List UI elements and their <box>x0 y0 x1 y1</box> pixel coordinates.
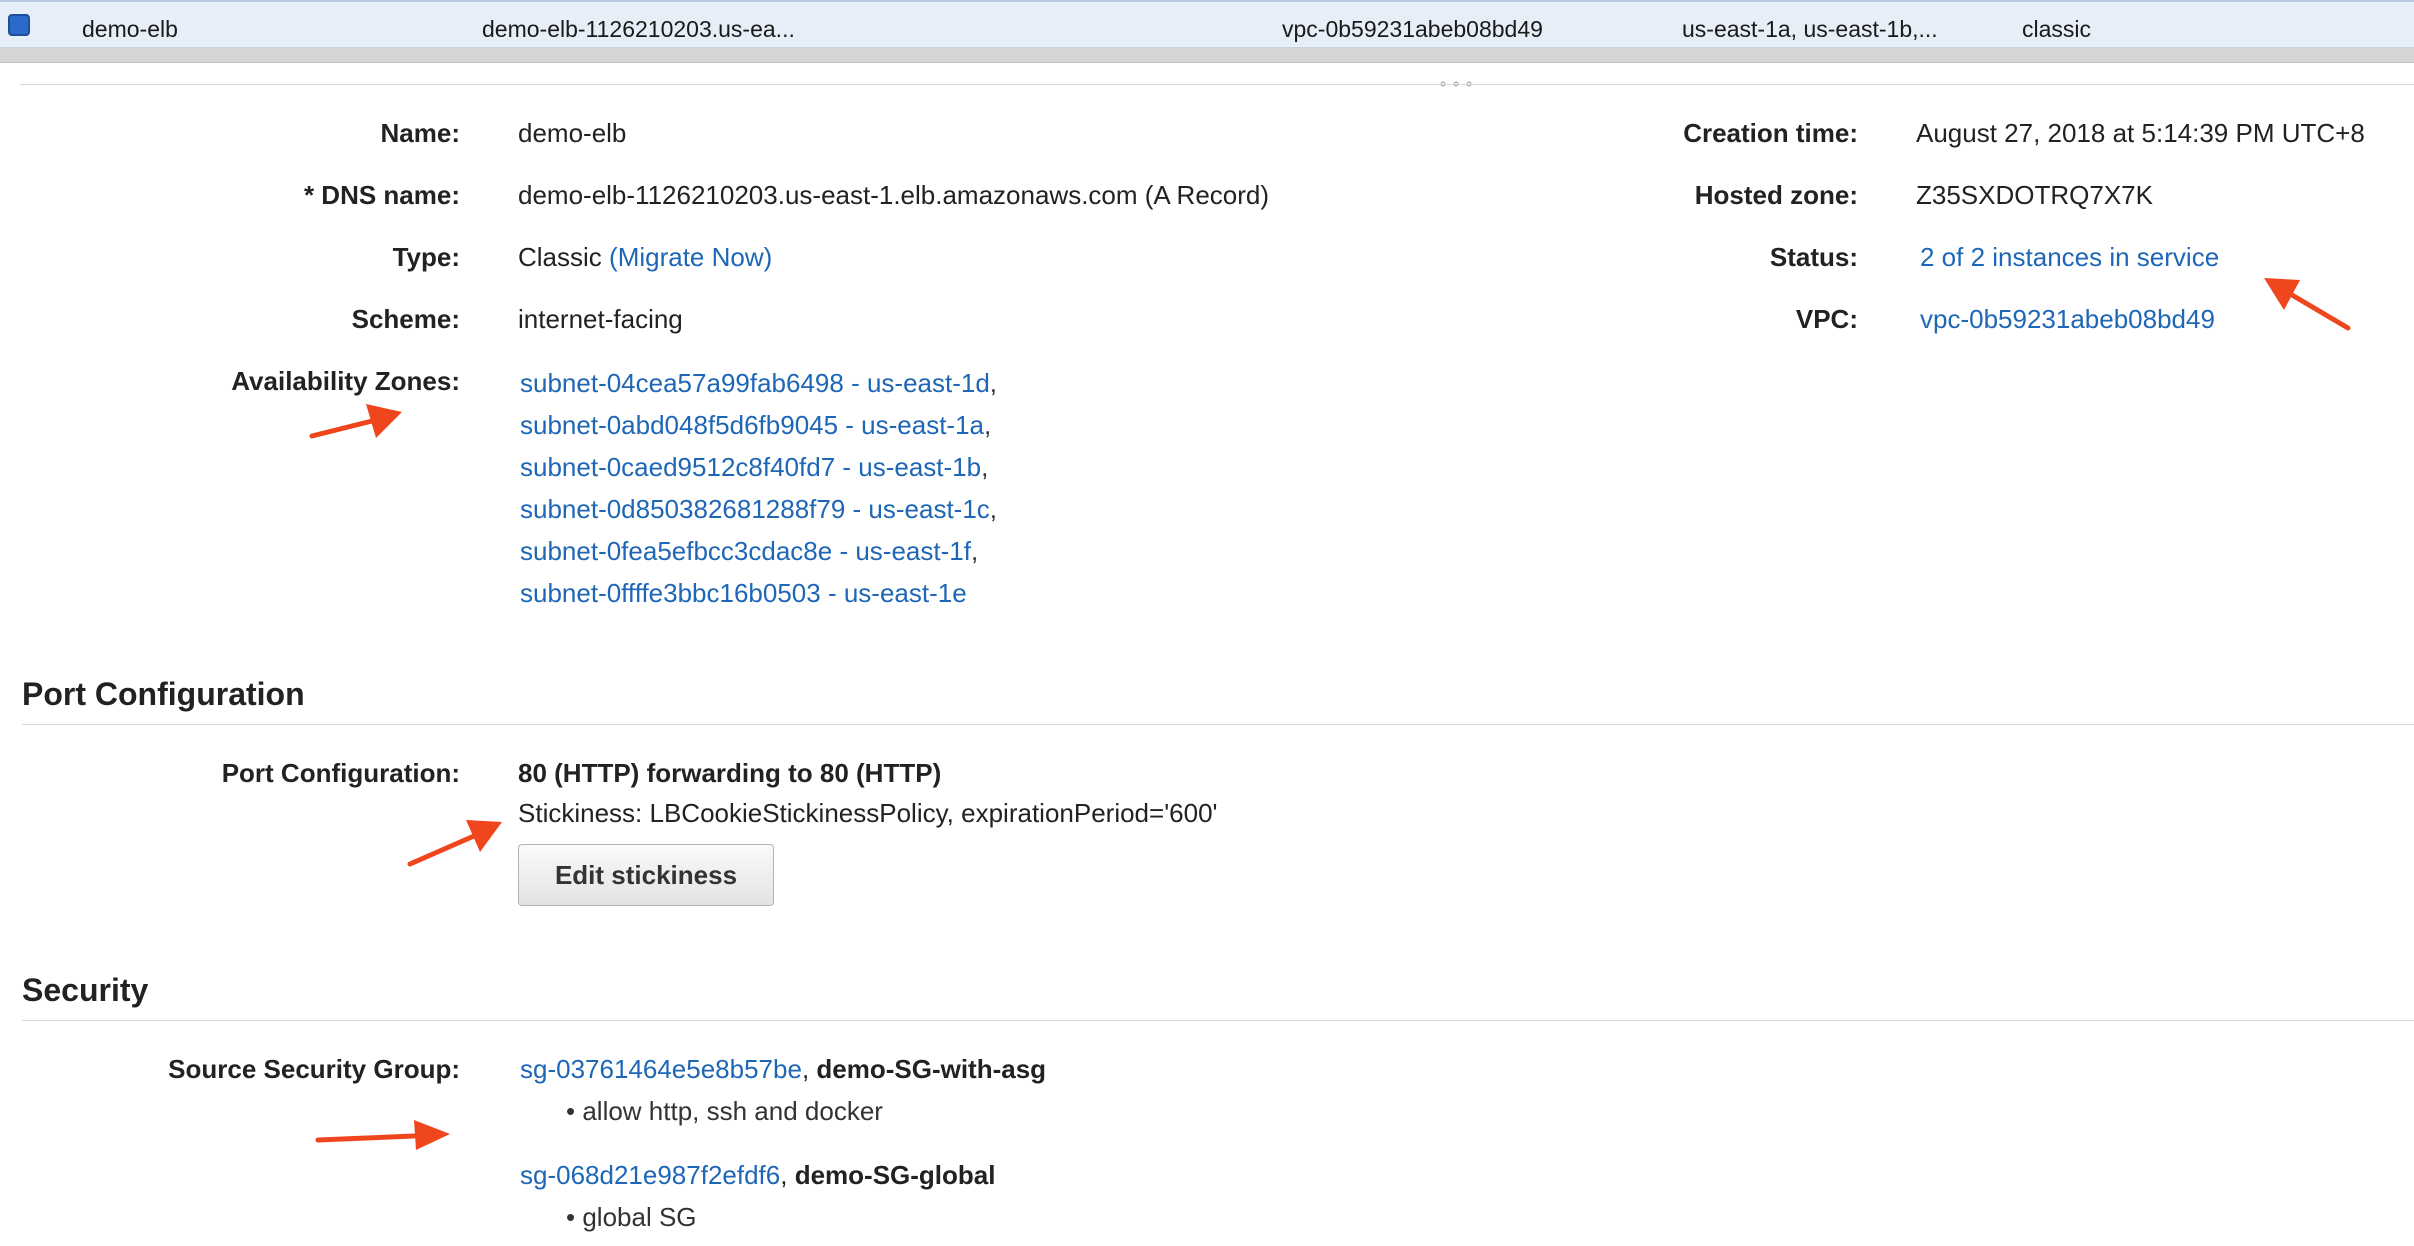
security-group-description: • allow http, ssh and docker <box>566 1096 883 1126</box>
availability-zones-list: subnet-04cea57a99fab6498 - us-east-1d, s… <box>520 362 997 614</box>
az-item: subnet-0fea5efbcc3cdac8e - us-east-1f, <box>520 530 997 572</box>
subnet-link[interactable]: subnet-0abd048f5d6fb9045 - us-east-1a <box>520 410 984 440</box>
az-item: subnet-0abd048f5d6fb9045 - us-east-1a, <box>520 404 997 446</box>
separator: , <box>989 494 998 524</box>
load-balancer-details-page: demo-elb demo-elb-1126210203.us-ea... vp… <box>0 0 2414 1246</box>
row-zones-cell: us-east-1a, us-east-1b,... <box>1682 16 1938 42</box>
migrate-now-link[interactable]: (Migrate Now) <box>609 242 772 272</box>
creation-time-value: August 27, 2018 at 5:14:39 PM UTC+8 <box>1916 118 2365 148</box>
row-name-cell: demo-elb <box>82 16 178 42</box>
separator: , <box>780 1160 795 1190</box>
dns-name-value: demo-elb-1126210203.us-east-1.elb.amazon… <box>518 180 1270 210</box>
security-group-entry: sg-03761464e5e8b57be, demo-SG-with-asg <box>520 1054 1046 1085</box>
source-security-group-label: Source Security Group: <box>168 1054 460 1084</box>
section-divider <box>22 724 2414 725</box>
arrow-icon <box>309 404 402 439</box>
port-forwarding-rule: 80 (HTTP) forwarding to 80 (HTTP) <box>518 758 942 788</box>
subnet-link[interactable]: subnet-0fea5efbcc3cdac8e - us-east-1f <box>520 536 971 566</box>
vpc-label: VPC: <box>1795 304 1858 334</box>
arrow-icon <box>2264 278 2351 331</box>
row-dns-cell: demo-elb-1126210203.us-ea... <box>482 16 795 42</box>
scheme-label: Scheme: <box>351 304 460 334</box>
security-group-name: demo-SG-global <box>794 1160 996 1190</box>
separator: , <box>984 410 992 440</box>
type-text: Classic <box>518 242 602 272</box>
dns-name-label: * DNS name: <box>303 180 460 210</box>
vpc-link[interactable]: vpc-0b59231abeb08bd49 <box>1920 304 2215 335</box>
status-label: Status: <box>1769 242 1858 272</box>
arrow-icon <box>407 820 502 867</box>
stickiness-value: Stickiness: LBCookieStickinessPolicy, ex… <box>518 798 1218 828</box>
az-item: subnet-0caed9512c8f40fd7 - us-east-1b, <box>520 446 997 488</box>
subnet-link[interactable]: subnet-0caed9512c8f40fd7 - us-east-1b <box>520 452 981 482</box>
subnet-link[interactable]: subnet-0ffffe3bbc16b0503 - us-east-1e <box>520 578 967 608</box>
security-heading: Security <box>22 972 149 1008</box>
divider <box>20 84 2414 85</box>
hosted-zone-label: Hosted zone: <box>1694 180 1858 210</box>
table-bottom-band <box>0 48 2414 63</box>
security-group-name: demo-SG-with-asg <box>816 1054 1047 1084</box>
type-label: Type: <box>392 242 460 272</box>
hosted-zone-value: Z35SXDOTRQ7X7K <box>1916 180 2153 210</box>
name-value: demo-elb <box>518 118 627 148</box>
az-item: subnet-04cea57a99fab6498 - us-east-1d, <box>520 362 997 404</box>
status-link[interactable]: 2 of 2 instances in service <box>1920 242 2219 273</box>
creation-time-label: Creation time: <box>1683 118 1858 148</box>
section-divider <box>22 1020 2414 1021</box>
port-configuration-label: Port Configuration: <box>221 758 460 788</box>
separator: , <box>801 1054 817 1084</box>
availability-zones-label: Availability Zones: <box>231 366 460 396</box>
security-group-entry: sg-068d21e987f2efdf6, demo-SG-global <box>520 1160 995 1191</box>
az-item: subnet-0ffffe3bbc16b0503 - us-east-1e <box>520 572 997 614</box>
subnet-link[interactable]: subnet-04cea57a99fab6498 - us-east-1d <box>520 368 990 398</box>
scheme-value: internet-facing <box>518 304 683 334</box>
port-configuration-heading: Port Configuration <box>22 676 305 712</box>
separator: , <box>970 536 979 566</box>
name-label: Name: <box>380 118 460 148</box>
separator: , <box>989 368 998 398</box>
row-type-cell: classic <box>2022 16 2092 42</box>
load-balancer-table-row[interactable]: demo-elb demo-elb-1126210203.us-ea... vp… <box>0 0 2414 48</box>
edit-stickiness-button[interactable]: Edit stickiness <box>518 844 774 906</box>
separator: , <box>981 452 989 482</box>
subnet-link[interactable]: subnet-0d850382681288f79 - us-east-1c <box>520 494 990 524</box>
security-group-description: • global SG <box>566 1202 697 1232</box>
row-vpc-cell: vpc-0b59231abeb08bd49 <box>1282 16 1543 42</box>
row-select-checkbox[interactable] <box>8 14 30 36</box>
security-group-link[interactable]: sg-068d21e987f2efdf6 <box>520 1160 780 1190</box>
security-group-link[interactable]: sg-03761464e5e8b57be <box>520 1054 802 1084</box>
type-value: Classic (Migrate Now) <box>518 242 772 273</box>
arrow-icon <box>315 1120 450 1150</box>
az-item: subnet-0d850382681288f79 - us-east-1c, <box>520 488 997 530</box>
